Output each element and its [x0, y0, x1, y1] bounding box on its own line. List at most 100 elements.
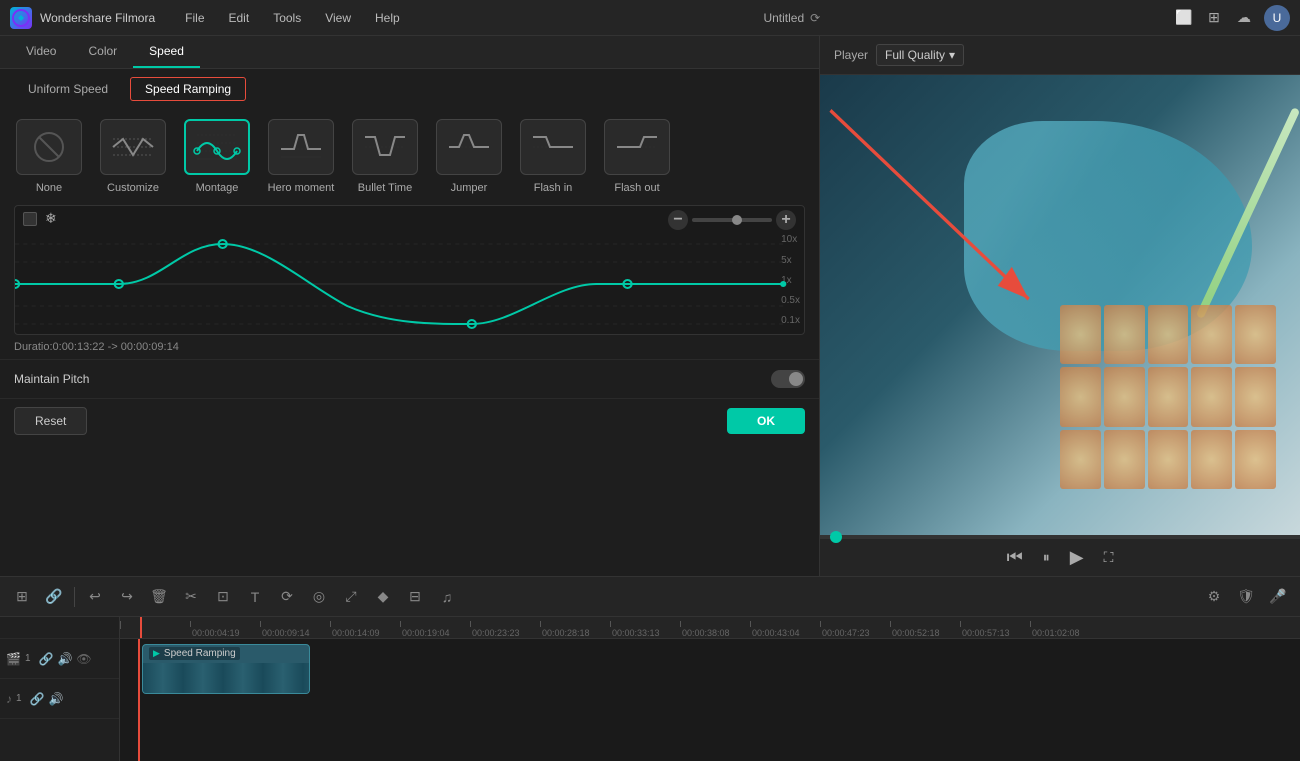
snowflake-icon[interactable]: ❄ — [45, 210, 57, 227]
zoom-out-btn[interactable]: − — [668, 210, 688, 230]
tl-shield-btn[interactable]: 🛡 — [1234, 585, 1258, 609]
left-panel: Video Color Speed Uniform Speed Speed Ra… — [0, 36, 820, 576]
project-title: Untitled — [763, 11, 804, 25]
well-12 — [1104, 430, 1145, 489]
preset-flash-in[interactable]: Flash in — [518, 119, 588, 195]
tl-motion-btn[interactable]: ⤢ — [339, 585, 363, 609]
graph-checkbox[interactable] — [23, 212, 37, 226]
tl-link-btn[interactable]: 🔗 — [42, 585, 66, 609]
preset-bullet-time[interactable]: Bullet Time — [350, 119, 420, 195]
preset-flash-out[interactable]: Flash out — [602, 119, 672, 195]
reset-button[interactable]: Reset — [14, 407, 87, 435]
user-icon[interactable]: U — [1264, 5, 1290, 31]
ruler-mark-label-12: 00:00:57:13 — [962, 628, 1010, 638]
ruler-mark-label-3: 00:00:14:09 — [332, 628, 380, 638]
well-11 — [1060, 430, 1101, 489]
preset-none[interactable]: None — [14, 119, 84, 195]
ruler-mark-11: 00:00:52:18 — [890, 617, 960, 638]
clip-label: ▶ Speed Ramping — [149, 647, 240, 660]
menu-view[interactable]: View — [315, 7, 361, 29]
track-link-icon[interactable]: 🔗 — [39, 652, 54, 666]
preset-jumper[interactable]: Jumper — [434, 119, 504, 195]
fullscreen-button[interactable]: ⛶ — [1104, 549, 1114, 566]
ruler-mark-label-13: 00:01:02:08 — [1032, 628, 1080, 638]
well-14 — [1191, 430, 1232, 489]
preset-customize[interactable]: Customize — [98, 119, 168, 195]
track-eye-icon[interactable]: 👁 — [76, 652, 91, 666]
tl-mic-btn[interactable]: 🎤 — [1266, 585, 1290, 609]
preset-hero-moment[interactable]: Hero moment — [266, 119, 336, 195]
sub-tab-uniform[interactable]: Uniform Speed — [14, 78, 122, 100]
frame-back-button[interactable]: ⏸ — [1043, 549, 1050, 566]
menu-tools[interactable]: Tools — [263, 7, 311, 29]
well-1 — [1060, 305, 1101, 364]
menu-edit[interactable]: Edit — [219, 7, 260, 29]
sub-tab-ramping[interactable]: Speed Ramping — [130, 77, 246, 101]
menu-help[interactable]: Help — [365, 7, 410, 29]
tl-crop-btn[interactable]: ⊡ — [211, 585, 235, 609]
cloud-icon[interactable]: ☁ — [1234, 8, 1254, 28]
tl-rotate-btn[interactable]: ⟳ — [275, 585, 299, 609]
well-9 — [1191, 367, 1232, 426]
tl-add-track-btn[interactable]: ⊞ — [10, 585, 34, 609]
ruler-mark-8: 00:00:38:08 — [680, 617, 750, 638]
player-progress-bar[interactable] — [820, 535, 1300, 539]
bottom-buttons: Reset OK — [0, 398, 819, 443]
preset-none-icon — [16, 119, 82, 175]
zoom-in-btn[interactable]: + — [776, 210, 796, 230]
video-content — [820, 75, 1300, 535]
title-area: Untitled ⟳ — [410, 11, 1174, 25]
preset-montage[interactable]: Montage — [182, 119, 252, 195]
tl-cut-btn[interactable]: ✂ — [179, 585, 203, 609]
maintain-pitch-toggle[interactable] — [771, 370, 805, 388]
quality-select[interactable]: Full Quality ▾ — [876, 44, 964, 66]
tl-audio-btn[interactable]: ♫ — [435, 585, 459, 609]
graph-checkboxes: ❄ — [23, 210, 57, 227]
play-button[interactable]: ▶ — [1070, 547, 1084, 568]
tab-speed[interactable]: Speed — [133, 36, 200, 68]
zoom-slider[interactable] — [692, 218, 772, 222]
monitor-icon[interactable]: ⬜ — [1174, 8, 1194, 28]
video-track: ▶ Speed Ramping — [120, 639, 1300, 699]
ruler-mark-line-3 — [330, 621, 331, 627]
tl-text-btn[interactable]: T — [243, 585, 267, 609]
preset-none-label: None — [36, 181, 62, 195]
menu-file[interactable]: File — [175, 7, 214, 29]
lab-wells-visual — [1060, 305, 1276, 489]
track-audio-label: 1 — [16, 693, 22, 704]
tl-undo-btn[interactable]: ↩ — [83, 585, 107, 609]
track-audio-link-icon[interactable]: 🔗 — [30, 692, 45, 706]
preset-flash-in-icon — [520, 119, 586, 175]
sub-tab-row: Uniform Speed Speed Ramping — [0, 69, 819, 109]
track-video-icon: 🎬 — [6, 652, 21, 666]
preset-flash-out-icon — [604, 119, 670, 175]
player-progress-thumb — [830, 531, 842, 543]
tl-redo-btn[interactable]: ↪ — [115, 585, 139, 609]
tab-color[interactable]: Color — [72, 36, 133, 68]
preset-jumper-icon — [436, 119, 502, 175]
ruler-mark-13: 00:01:02:08 — [1030, 617, 1100, 638]
ruler-mark-line-13 — [1030, 621, 1031, 627]
video-clip-block[interactable]: ▶ Speed Ramping — [142, 644, 310, 694]
ok-button[interactable]: OK — [727, 408, 805, 434]
menu-bar: Wondershare Filmora File Edit Tools View… — [0, 0, 1300, 36]
tl-effects-btn[interactable]: ◎ — [307, 585, 331, 609]
timeline-tracks-body: ▶ Speed Ramping — [120, 639, 1300, 761]
preset-jumper-label: Jumper — [451, 181, 488, 195]
ruler-mark-label-11: 00:00:52:18 — [892, 628, 940, 638]
ruler-mark-label-5: 00:00:23:23 — [472, 628, 520, 638]
track-audio-speaker-icon[interactable]: 🔊 — [49, 692, 64, 706]
tl-settings-btn[interactable]: ⚙ — [1202, 585, 1226, 609]
maintain-pitch-label: Maintain Pitch — [14, 372, 89, 386]
rewind-button[interactable]: ⏮ — [1007, 547, 1023, 568]
tab-video[interactable]: Video — [10, 36, 72, 68]
ruler-mark-line-10 — [820, 621, 821, 627]
graph-svg-container — [15, 234, 804, 334]
timeline-body: 🎬 1 🔗 🔊 👁 ♪ 1 🔗 🔊 — [0, 617, 1300, 761]
grid-icon[interactable]: ⊞ — [1204, 8, 1224, 28]
tl-split-btn[interactable]: ⊟ — [403, 585, 427, 609]
ruler-mark-label-2: 00:00:09:14 — [262, 628, 310, 638]
tl-delete-btn[interactable]: 🗑 — [147, 585, 171, 609]
tl-keyframe-btn[interactable]: ◆ — [371, 585, 395, 609]
track-speaker-icon[interactable]: 🔊 — [57, 652, 72, 666]
